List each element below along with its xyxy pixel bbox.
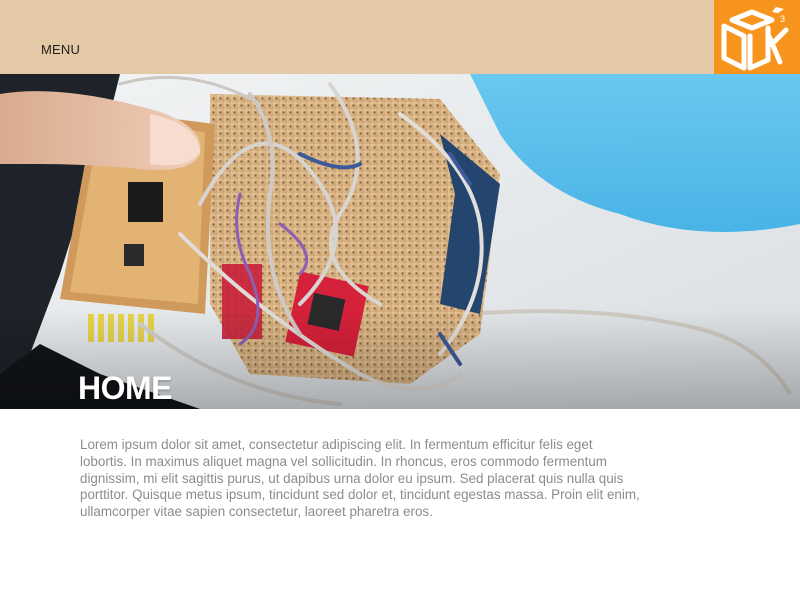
site-header: MENU 3 <box>0 0 800 74</box>
hero-banner: HOME <box>0 74 800 409</box>
svg-text:3: 3 <box>780 14 785 24</box>
intro-paragraph: Lorem ipsum dolor sit amet, consectetur … <box>80 437 640 520</box>
cube-logo-icon[interactable]: 3 <box>714 0 800 74</box>
logo-graphic: 3 <box>721 7 789 71</box>
page-title: HOME <box>78 370 173 406</box>
hero-photo <box>0 74 800 409</box>
page: MENU 3 HOME Lorem ipsum dolor sit amet, … <box>0 0 800 600</box>
menu-button[interactable]: MENU <box>41 42 80 57</box>
